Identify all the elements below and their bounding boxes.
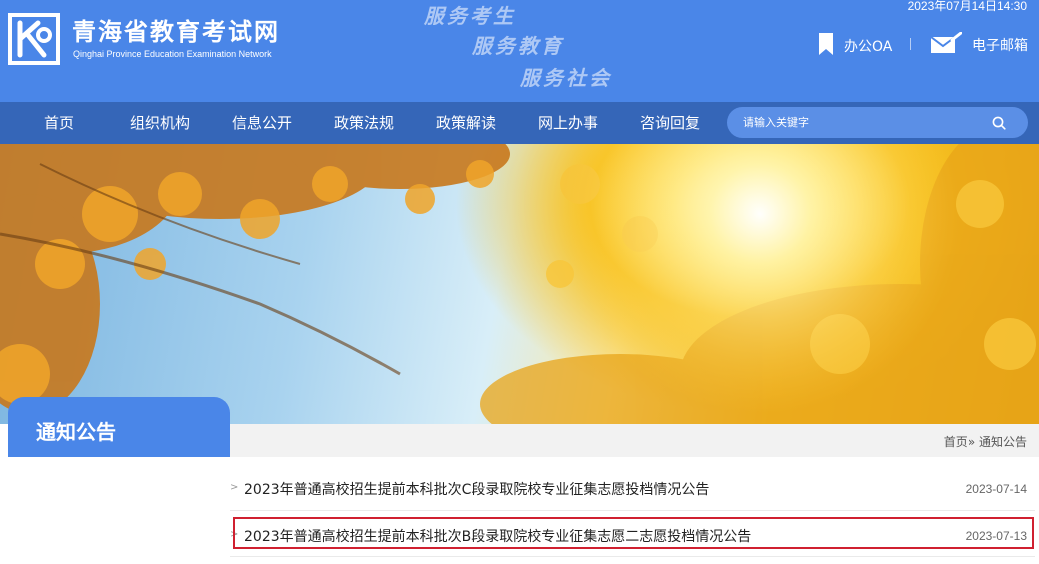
breadcrumb-separator: » [967,435,976,449]
nav-item-organization[interactable]: 组织机构 [130,102,190,144]
section-title: 通知公告 [8,397,230,457]
site-title[interactable]: 青海省教育考试网 [72,12,280,47]
oa-link[interactable]: 办公OA [818,32,892,60]
nav-item-info-disclosure[interactable]: 信息公开 [232,102,292,144]
slogan-2: 服务教育 [472,34,564,58]
banner-image [0,144,1039,424]
mail-icon [930,31,963,58]
slogan-3: 服务社会 [520,66,612,90]
news-title-link[interactable]: 2023年普通高校招生提前本科批次C段录取院校专业征集志愿投档情况公告 [244,479,709,499]
mail-link[interactable]: 电子邮箱 [930,31,1028,58]
logo-mark[interactable] [8,13,60,65]
search-input[interactable] [743,107,983,138]
highlight-box [233,517,1034,549]
nav-item-online-services[interactable]: 网上办事 [538,102,598,144]
list-item: > 2023年普通高校招生提前本科批次C段录取院校专业征集志愿投档情况公告 20… [230,474,1035,504]
site-subtitle: Qinghai Province Education Examination N… [73,49,272,59]
list-divider [230,556,1035,557]
search-icon[interactable] [992,115,1006,134]
main-nav: 首页 组织机构 信息公开 政策法规 政策解读 网上办事 咨询回复 [0,102,1039,144]
autumn-leaves-illustration [0,144,1039,424]
nav-item-policy-interpretation[interactable]: 政策解读 [436,102,496,144]
nav-item-policies[interactable]: 政策法规 [334,102,394,144]
list-divider [230,510,1035,511]
news-date: 2023-07-14 [965,482,1027,496]
nav-item-consultation[interactable]: 咨询回复 [640,102,700,144]
mail-link-label: 电子邮箱 [972,38,1028,54]
nav-item-home[interactable]: 首页 [44,102,74,144]
slogan-1: 服务考生 [424,4,516,28]
site-header: 青海省教育考试网 Qinghai Province Education Exam… [0,0,1039,102]
search-box [727,107,1028,138]
current-datetime: 2023年07月14日14:30 [907,0,1027,13]
bookmark-icon [818,32,834,60]
breadcrumb-bar: 首页» 通知公告 [230,424,1039,457]
bullet-chevron: > [230,482,239,493]
breadcrumb-home[interactable]: 首页 [944,435,968,449]
breadcrumb: 首页» 通知公告 [944,433,1027,450]
header-divider [910,38,911,50]
breadcrumb-current[interactable]: 通知公告 [979,435,1027,449]
oa-link-label: 办公OA [844,39,893,55]
